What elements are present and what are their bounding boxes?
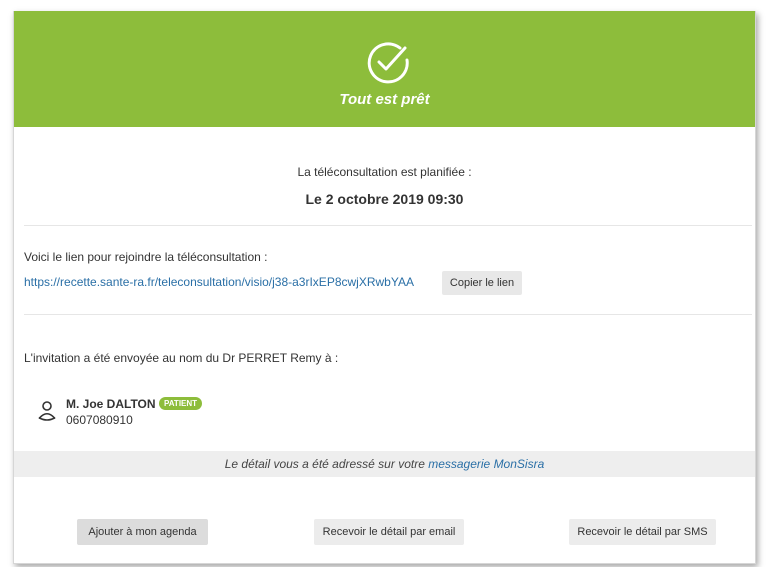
patient-badge: PATIENT (159, 397, 203, 410)
patient-name: M. Joe DALTON (66, 397, 156, 411)
schedule-label: La téléconsultation est planifiée : (297, 165, 472, 179)
link-label: Voici le lien pour rejoindre la télécons… (24, 250, 268, 264)
copy-link-button[interactable]: Copier le lien (442, 271, 522, 295)
patient-phone: 0607080910 (66, 413, 133, 427)
person-icon (38, 401, 56, 421)
divider (24, 314, 752, 315)
check-circle-icon (367, 42, 409, 84)
info-text: Le détail vous a été adressé sur votre (224, 457, 429, 471)
header-title: Tout est prêt (339, 91, 430, 108)
confirmation-card: Tout est prêt La téléconsultation est pl… (13, 11, 756, 564)
receive-email-button[interactable]: Recevoir le détail par email (314, 519, 464, 545)
info-bar: Le détail vous a été adressé sur votre m… (14, 451, 755, 477)
invitation-label: L'invitation a été envoyée au nom du Dr … (24, 351, 339, 365)
schedule-date: Le 2 octobre 2019 09:30 (305, 191, 464, 207)
receive-sms-button[interactable]: Recevoir le détail par SMS (569, 519, 716, 545)
teleconsultation-link[interactable]: https://recette.sante-ra.fr/teleconsulta… (24, 275, 414, 289)
success-header: Tout est prêt (14, 11, 755, 127)
messagerie-link[interactable]: messagerie MonSisra (428, 457, 544, 471)
add-to-agenda-button[interactable]: Ajouter à mon agenda (77, 519, 208, 545)
divider (24, 225, 752, 226)
